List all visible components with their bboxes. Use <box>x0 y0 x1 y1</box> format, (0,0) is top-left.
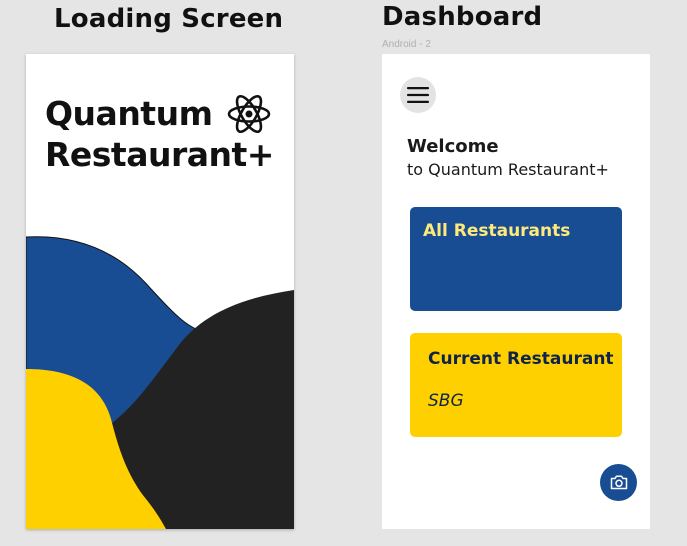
current-restaurant-label: Current Restaurant <box>428 349 614 369</box>
current-restaurant-value: SBG <box>428 391 464 411</box>
atom-icon <box>227 94 271 134</box>
dashboard-frame-subtitle: Android - 2 <box>382 39 431 50</box>
loading-screen-frame-title: Loading Screen <box>54 4 284 34</box>
brand-title-line-1: Quantum <box>45 94 213 133</box>
dashboard-phone: Welcome to Quantum Restaurant+ All Resta… <box>382 54 650 529</box>
welcome-title: Welcome <box>407 136 499 157</box>
dashboard-frame-title: Dashboard <box>382 2 543 32</box>
camera-icon <box>610 475 627 490</box>
brand-title-line-2: Restaurant+ <box>45 135 274 174</box>
all-restaurants-label: All Restaurants <box>423 221 571 241</box>
camera-button[interactable] <box>600 464 637 501</box>
current-restaurant-card[interactable]: Current Restaurant SBG <box>410 333 622 437</box>
all-restaurants-card[interactable]: All Restaurants <box>410 207 622 311</box>
loading-screen-phone: Quantum Restaurant+ <box>26 54 294 529</box>
menu-button[interactable] <box>400 77 436 113</box>
welcome-subtitle: to Quantum Restaurant+ <box>407 160 609 179</box>
hamburger-menu-icon <box>407 87 429 103</box>
